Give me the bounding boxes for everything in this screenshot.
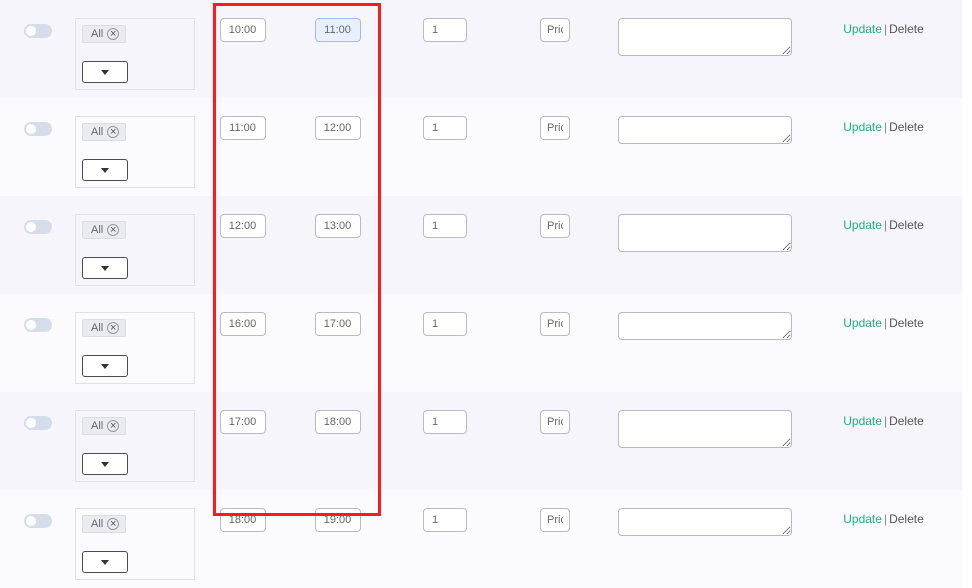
close-icon[interactable]: × [107, 126, 119, 138]
end-time-input[interactable] [315, 312, 361, 336]
row-toggle[interactable] [24, 416, 52, 430]
start-time-input[interactable] [220, 410, 266, 434]
delete-link[interactable]: Delete [889, 316, 924, 330]
separator: | [884, 120, 887, 134]
schedule-row: All × Update|Delete [0, 294, 962, 392]
separator: | [884, 512, 887, 526]
quantity-input[interactable] [423, 116, 467, 140]
tag-dropdown[interactable] [82, 257, 128, 279]
delete-link[interactable]: Delete [889, 414, 924, 428]
close-icon[interactable]: × [107, 518, 119, 530]
description-textarea[interactable] [618, 410, 792, 448]
tag-selector: All × [75, 312, 195, 384]
start-time-input[interactable] [220, 18, 266, 42]
end-time-input[interactable] [315, 508, 361, 532]
description-textarea[interactable] [618, 116, 792, 144]
separator: | [884, 218, 887, 232]
row-toggle[interactable] [24, 220, 52, 234]
end-time-input[interactable] [315, 116, 361, 140]
row-toggle[interactable] [24, 24, 52, 38]
schedule-row: All × Update|Delete [0, 392, 962, 490]
quantity-input[interactable] [423, 410, 467, 434]
row-toggle[interactable] [24, 514, 52, 528]
description-textarea[interactable] [618, 18, 792, 56]
tag-chip-all[interactable]: All × [82, 25, 126, 43]
quantity-input[interactable] [423, 214, 467, 238]
chevron-down-icon [101, 364, 109, 369]
tag-selector: All × [75, 18, 195, 90]
delete-link[interactable]: Delete [889, 512, 924, 526]
update-link[interactable]: Update [843, 316, 882, 330]
update-link[interactable]: Update [843, 22, 882, 36]
tag-chip-label: All [91, 322, 103, 334]
tag-selector: All × [75, 116, 195, 188]
quantity-input[interactable] [423, 508, 467, 532]
tag-chip-label: All [91, 224, 103, 236]
tag-selector: All × [75, 214, 195, 286]
separator: | [884, 22, 887, 36]
chevron-down-icon [101, 560, 109, 565]
tag-dropdown[interactable] [82, 453, 128, 475]
price-input[interactable] [540, 18, 570, 42]
schedule-row: All × Update|Delete [0, 0, 962, 98]
update-link[interactable]: Update [843, 414, 882, 428]
tag-chip-all[interactable]: All × [82, 417, 126, 435]
start-time-input[interactable] [220, 508, 266, 532]
delete-link[interactable]: Delete [889, 120, 924, 134]
tag-chip-all[interactable]: All × [82, 515, 126, 533]
separator: | [884, 414, 887, 428]
quantity-input[interactable] [423, 18, 467, 42]
description-textarea[interactable] [618, 508, 792, 536]
description-textarea[interactable] [618, 214, 792, 252]
tag-dropdown[interactable] [82, 355, 128, 377]
tag-selector: All × [75, 508, 195, 580]
start-time-input[interactable] [220, 312, 266, 336]
schedule-table: All×Update|DeleteAll×Update|DeleteAll×Up… [0, 0, 962, 540]
chevron-down-icon [101, 266, 109, 271]
end-time-input[interactable] [315, 410, 361, 434]
tag-chip-all[interactable]: All × [82, 319, 126, 337]
tag-selector: All × [75, 410, 195, 482]
close-icon[interactable]: × [107, 28, 119, 40]
tag-dropdown[interactable] [82, 551, 128, 573]
row-toggle[interactable] [24, 318, 52, 332]
close-icon[interactable]: × [107, 322, 119, 334]
close-icon[interactable]: × [107, 420, 119, 432]
price-input[interactable] [540, 508, 570, 532]
delete-link[interactable]: Delete [889, 218, 924, 232]
separator: | [884, 316, 887, 330]
price-input[interactable] [540, 312, 570, 336]
chevron-down-icon [101, 70, 109, 75]
tag-chip-label: All [91, 518, 103, 530]
tag-chip-label: All [91, 126, 103, 138]
delete-link[interactable]: Delete [889, 22, 924, 36]
tag-chip-label: All [91, 28, 103, 40]
end-time-input[interactable] [315, 18, 361, 42]
close-icon[interactable]: × [107, 224, 119, 236]
tag-chip-all[interactable]: All × [82, 221, 126, 239]
schedule-row: All × Update|Delete [0, 490, 962, 588]
description-textarea[interactable] [618, 312, 792, 340]
schedule-row: All × Update|Delete [0, 98, 962, 196]
start-time-input[interactable] [220, 214, 266, 238]
tag-dropdown[interactable] [82, 61, 128, 83]
tag-chip-label: All [91, 420, 103, 432]
tag-chip-all[interactable]: All × [82, 123, 126, 141]
chevron-down-icon [101, 462, 109, 467]
price-input[interactable] [540, 410, 570, 434]
price-input[interactable] [540, 116, 570, 140]
price-input[interactable] [540, 214, 570, 238]
update-link[interactable]: Update [843, 218, 882, 232]
schedule-row: All × Update|Delete [0, 196, 962, 294]
start-time-input[interactable] [220, 116, 266, 140]
tag-dropdown[interactable] [82, 159, 128, 181]
end-time-input[interactable] [315, 214, 361, 238]
row-toggle[interactable] [24, 122, 52, 136]
update-link[interactable]: Update [843, 512, 882, 526]
update-link[interactable]: Update [843, 120, 882, 134]
quantity-input[interactable] [423, 312, 467, 336]
chevron-down-icon [101, 168, 109, 173]
